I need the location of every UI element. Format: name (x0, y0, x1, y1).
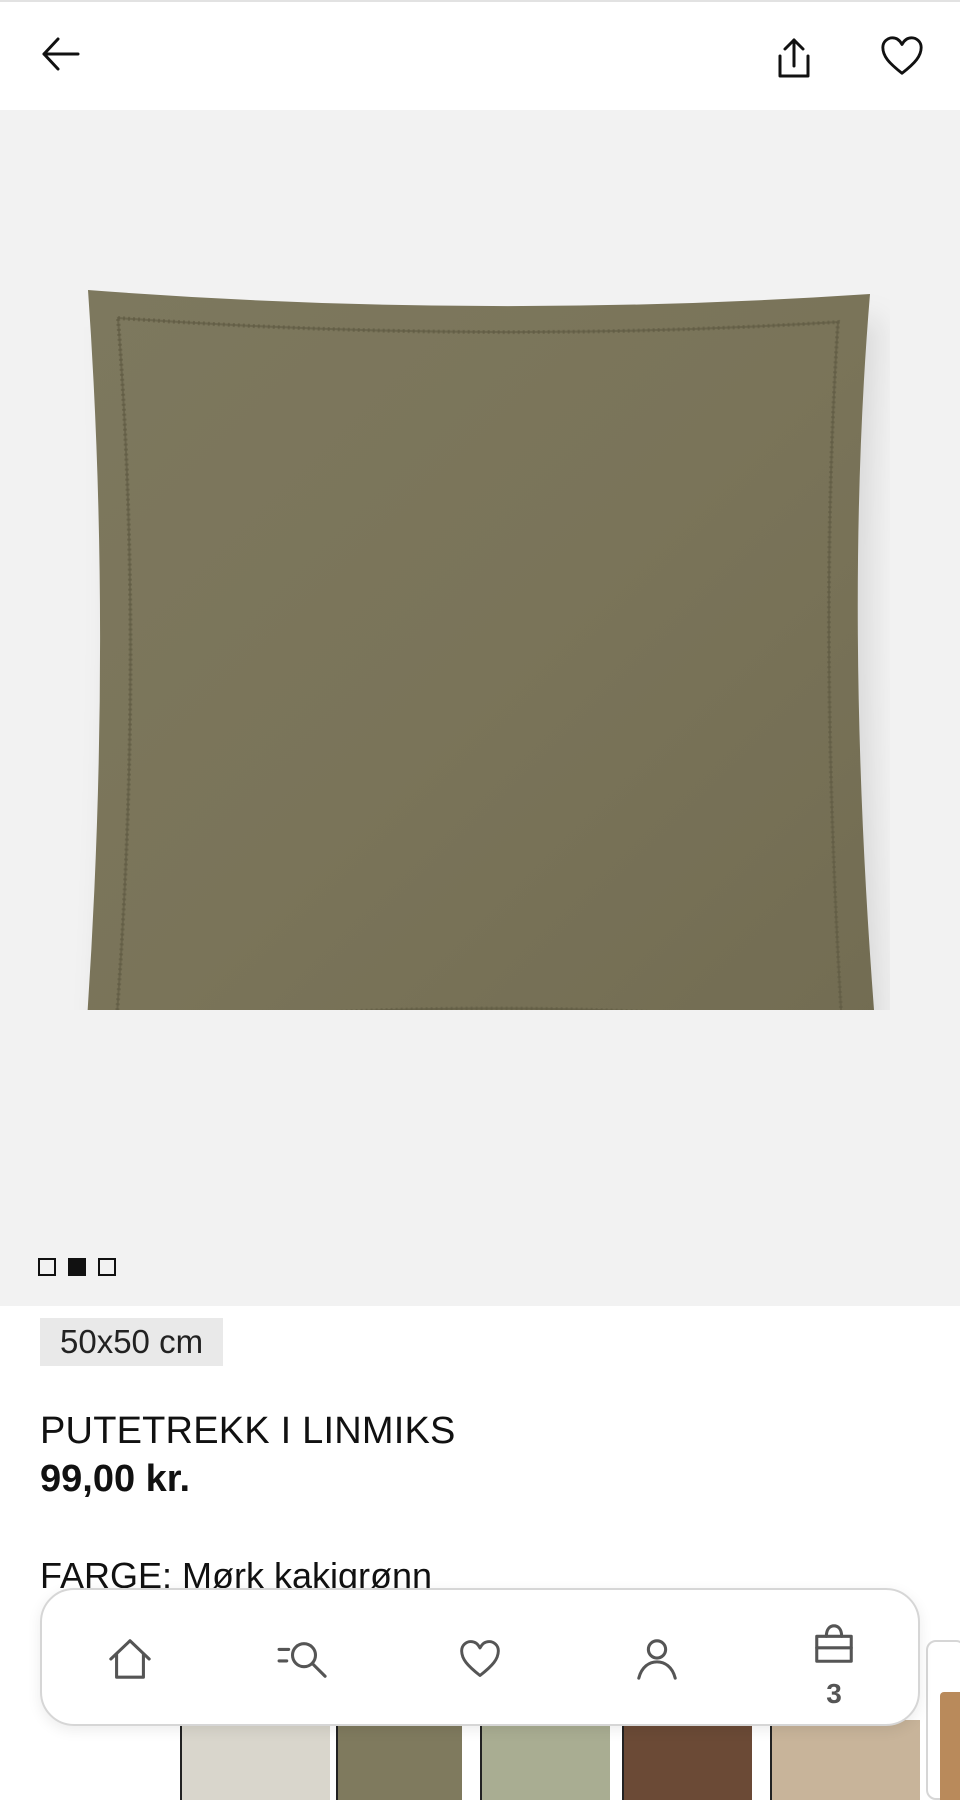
bottom-navigation: 3 (40, 1588, 920, 1726)
color-swatch (940, 1692, 960, 1800)
cushion-image (70, 190, 890, 1090)
nav-search[interactable] (249, 1590, 359, 1728)
color-swatch[interactable] (180, 1720, 330, 1800)
heart-icon (460, 1640, 500, 1677)
back-button[interactable] (28, 22, 92, 86)
favorite-button[interactable] (870, 24, 934, 88)
bag-count-badge: 3 (826, 1678, 842, 1709)
pagination-dot[interactable] (38, 1258, 56, 1276)
search-icon (277, 1642, 327, 1678)
nav-bag[interactable]: 3 (779, 1590, 889, 1728)
size-badge: 50x50 cm (40, 1318, 224, 1366)
header-bar (0, 2, 960, 110)
product-title: PUTETREKK I LINMIKS (40, 1410, 456, 1452)
nav-favorites[interactable] (425, 1590, 535, 1728)
color-swatch[interactable] (480, 1720, 610, 1800)
arrow-left-icon (42, 37, 80, 71)
home-icon (109, 1639, 151, 1679)
share-button[interactable] (760, 26, 824, 90)
color-swatch[interactable] (336, 1720, 462, 1800)
shopping-bag-icon (815, 1624, 853, 1663)
user-icon (637, 1639, 677, 1680)
heart-icon (881, 36, 923, 75)
nav-account[interactable] (602, 1590, 712, 1728)
share-icon (778, 38, 810, 78)
gallery-pagination (38, 1258, 116, 1276)
nav-home[interactable] (75, 1590, 185, 1728)
product-price: 99,00 kr. (40, 1458, 191, 1500)
pagination-dot-active[interactable] (68, 1258, 86, 1276)
color-swatch[interactable] (770, 1720, 920, 1800)
product-image-gallery[interactable] (0, 110, 960, 1306)
color-swatch[interactable] (622, 1720, 752, 1800)
edge-swatch-card[interactable] (926, 1640, 960, 1800)
pagination-dot[interactable] (98, 1258, 116, 1276)
